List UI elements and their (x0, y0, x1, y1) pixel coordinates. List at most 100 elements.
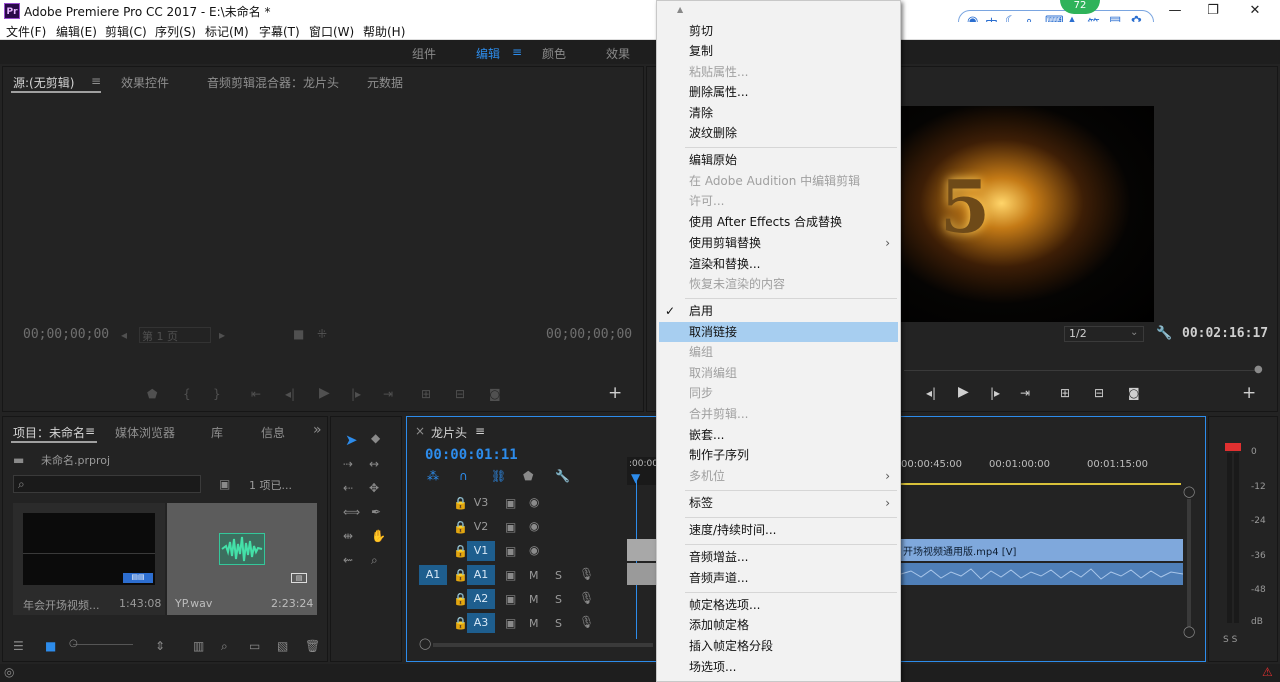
tab-source-menu-icon[interactable]: ≡ (91, 74, 101, 88)
list-view-icon[interactable]: ☰ (13, 639, 24, 653)
lock-icon[interactable]: 🔒 (453, 592, 468, 606)
microphone-icon[interactable]: 🎙 (579, 591, 594, 605)
close-button[interactable]: ✕ (1240, 2, 1270, 20)
zoom-tool-icon[interactable]: ⌕ (371, 553, 378, 568)
tab-project-menu-icon[interactable]: ≡ (85, 424, 95, 438)
tab-source[interactable]: 源:(无剪辑) (13, 74, 74, 91)
menu-edit[interactable]: 编辑(E) (56, 23, 97, 40)
audio-clip-start[interactable] (627, 563, 657, 585)
menu-window[interactable]: 窗口(W) (309, 23, 354, 40)
lock-icon[interactable]: 🔒 (453, 544, 468, 558)
context-menu-item[interactable]: 编组 (659, 342, 898, 362)
track-label[interactable]: V3 (469, 496, 493, 509)
context-menu-item[interactable]: 使用剪辑替换 › (659, 233, 898, 253)
slider-handle-icon[interactable]: ○ (69, 638, 78, 649)
rate-stretch-tool-icon[interactable]: ⇹ (343, 529, 353, 543)
step-back-icon[interactable]: ◂| (285, 387, 295, 401)
context-menu-item[interactable]: 复制 (659, 41, 898, 61)
rolling-edit-tool-icon[interactable]: ⇠ (343, 481, 353, 495)
solo-button[interactable]: S (555, 569, 562, 582)
step-forward-icon[interactable]: |▸ (351, 387, 361, 401)
program-export-frame-icon[interactable]: ◙ (1128, 386, 1140, 400)
workspace-color[interactable]: 颜色 (542, 45, 566, 62)
context-menu-item[interactable]: ✓ 启用 (659, 301, 898, 321)
context-menu-item[interactable]: 插入帧定格分段 (659, 636, 898, 656)
menu-markers[interactable]: 标记(M) (205, 23, 249, 40)
context-menu-item[interactable]: 清除 (659, 103, 898, 123)
tab-libraries[interactable]: 库 (211, 424, 223, 441)
source-patch-a1[interactable]: A1 (419, 565, 447, 585)
lock-icon[interactable]: 🔒 (453, 616, 468, 630)
new-bin-from-search-icon[interactable]: ▣ (219, 477, 230, 491)
razor-tool-icon[interactable]: ◆ (371, 431, 380, 445)
tab-sequence[interactable]: 龙片头 (431, 424, 467, 441)
workspace-effects[interactable]: 效果 (606, 45, 630, 62)
eye-icon[interactable]: ◉ (529, 519, 539, 533)
menu-clip[interactable]: 剪辑(C) (105, 23, 147, 40)
sort-icon[interactable]: ⇕ (155, 639, 165, 653)
sync-lock-icon[interactable]: ▣ (505, 544, 516, 558)
horizontal-scroll-start-icon[interactable]: ◯ (419, 637, 431, 650)
video-clip[interactable]: 开场视频通用版.mp4 [V] (901, 539, 1183, 561)
eye-icon[interactable]: ◉ (529, 543, 539, 557)
work-area-bar[interactable] (901, 483, 1181, 485)
nest-toggle-icon[interactable]: ⁂ (427, 469, 439, 483)
export-frame-icon[interactable]: ◙ (489, 387, 501, 401)
trash-icon[interactable]: 🗑 (305, 639, 320, 653)
add-button-icon[interactable]: + (608, 383, 622, 403)
context-menu-item[interactable]: 粘贴属性... (659, 62, 898, 82)
context-menu-item[interactable]: 波纹删除 (659, 123, 898, 143)
find-icon[interactable]: ⌕ (221, 639, 228, 654)
insert-icon[interactable]: ⊞ (421, 387, 431, 401)
page-next-icon[interactable]: ▸ (219, 328, 225, 342)
scroll-up-arrow-icon[interactable]: ▲ (677, 5, 683, 14)
add-marker-icon[interactable]: ⬟ (147, 387, 157, 401)
tab-sequence-menu-icon[interactable]: ≡ (475, 424, 485, 438)
context-menu-item[interactable]: 使用 After Effects 合成替换 (659, 212, 898, 232)
page-prev-icon[interactable]: ◂ (121, 328, 127, 342)
more-panels-icon[interactable]: » (313, 422, 322, 438)
context-menu-item[interactable]: 音频声道... (659, 568, 898, 588)
vertical-scroll-bottom-icon[interactable]: ◯ (1183, 625, 1195, 638)
context-menu-item[interactable]: 帧定格选项... (659, 595, 898, 615)
program-step-forward-icon[interactable]: |▸ (990, 386, 1000, 400)
solo-marks[interactable]: S S (1223, 635, 1237, 645)
tab-media-browser[interactable]: 媒体浏览器 (115, 424, 175, 441)
pen-tool-icon[interactable]: ✒ (371, 505, 381, 519)
mute-button[interactable]: M (529, 593, 539, 606)
scrub-end-handle-icon[interactable]: ● (1254, 364, 1263, 375)
project-search-input[interactable]: ⌕ (13, 475, 201, 493)
context-menu-item[interactable]: 速度/持续时间... (659, 520, 898, 540)
context-menu-item[interactable]: 合并剪辑... (659, 404, 898, 424)
context-menu-item[interactable]: 场选项... (659, 657, 898, 677)
menu-sequence[interactable]: 序列(S) (155, 23, 196, 40)
track-label[interactable]: A2 (467, 589, 495, 609)
track-label[interactable]: V1 (467, 541, 495, 561)
menu-file[interactable]: 文件(F) (6, 23, 46, 40)
source-timecode-current[interactable]: 00;00;00;00 (23, 327, 109, 342)
selection-tool-icon[interactable]: ➤ (345, 431, 358, 449)
new-item-icon[interactable]: ▧ (277, 639, 288, 653)
slide-tool-icon[interactable]: ⟺ (343, 505, 360, 519)
add-marker-icon[interactable]: ⬟ (523, 469, 533, 483)
menu-help[interactable]: 帮助(H) (363, 23, 405, 40)
lift-icon[interactable]: ⊞ (1060, 386, 1070, 400)
context-menu-item[interactable]: 渲染和替换... (659, 254, 898, 274)
snap-magnet-icon[interactable]: ∩ (459, 469, 468, 483)
icon-view-icon[interactable]: ■ (45, 639, 56, 653)
tab-info[interactable]: 信息 (261, 424, 285, 441)
context-menu-item[interactable]: 添加帧定格 (659, 615, 898, 635)
microphone-icon[interactable]: 🎙 (579, 567, 594, 581)
context-menu-item[interactable]: 标签 › (659, 493, 898, 513)
go-to-in-icon[interactable]: ⇤ (251, 387, 261, 401)
project-clip-video[interactable]: ▤▤ 年会开场视频... 1:43:08 (13, 503, 165, 615)
tab-audio-clip-mixer[interactable]: 音频剪辑混合器：龙片头 (207, 74, 339, 91)
program-step-back-icon[interactable]: ◂| (926, 386, 936, 400)
maximize-button[interactable]: ❐ (1198, 2, 1228, 20)
context-menu-item[interactable]: 在 Adobe Audition 中编辑剪辑 (659, 171, 898, 191)
tab-project[interactable]: 项目：未命名 (13, 424, 85, 441)
track-select-tool-icon[interactable]: ⇢ (343, 457, 353, 471)
track-label[interactable]: A1 (467, 565, 495, 585)
program-play-icon[interactable]: ▶ (958, 384, 969, 400)
mute-button[interactable]: M (529, 569, 539, 582)
